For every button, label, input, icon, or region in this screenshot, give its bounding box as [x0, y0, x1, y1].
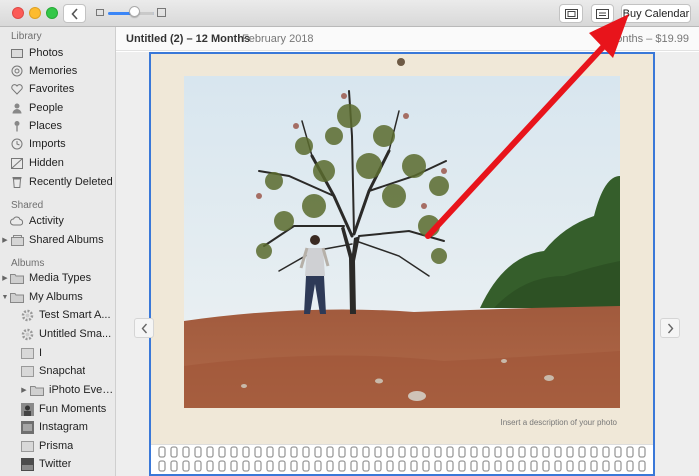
- disclosure-triangle-icon[interactable]: ▶: [0, 274, 10, 282]
- sidebar-header-library: Library: [11, 31, 42, 42]
- next-page-button[interactable]: [660, 318, 680, 338]
- chevron-left-icon: [70, 7, 78, 20]
- shared-album-icon: [10, 233, 24, 247]
- sidebar-item-people[interactable]: People: [0, 99, 115, 117]
- chevron-right-icon: [667, 323, 673, 333]
- sidebar-item-iphoto-events[interactable]: ▶ iPhoto Events: [0, 381, 115, 399]
- sidebar-item-memories[interactable]: Memories: [0, 62, 115, 80]
- zoom-window-button[interactable]: [46, 7, 58, 19]
- options-button[interactable]: [591, 4, 614, 23]
- sidebar-item-twitter[interactable]: Twitter: [0, 455, 115, 473]
- gear-icon: [20, 327, 34, 341]
- sidebar-item-recently-deleted[interactable]: Recently Deleted: [0, 173, 115, 191]
- sidebar-header-shared: Shared: [11, 200, 44, 211]
- sidebar-item-prisma[interactable]: Prisma: [0, 437, 115, 455]
- sidebar-item-places[interactable]: Places: [0, 117, 115, 135]
- sidebar-item-photos[interactable]: Photos: [0, 44, 115, 62]
- sidebar-item-fun-moments[interactable]: Fun Moments: [0, 400, 115, 418]
- person-icon: [10, 101, 24, 115]
- album-icon: [20, 364, 34, 378]
- minimize-window-button[interactable]: [29, 7, 41, 19]
- previous-page-button[interactable]: [134, 318, 154, 338]
- disclosure-triangle-open-icon[interactable]: ▼: [0, 294, 10, 301]
- heart-icon: [10, 82, 24, 96]
- sidebar-item-shared-albums[interactable]: ▶ Shared Albums: [0, 231, 115, 249]
- window-titlebar: Buy Calendar: [0, 0, 699, 27]
- disclosure-triangle-icon[interactable]: ▶: [0, 236, 10, 244]
- disclosure-triangle-icon[interactable]: ▶: [20, 383, 28, 397]
- folder-icon: [10, 271, 24, 285]
- album-thumb-icon: [20, 457, 34, 471]
- sidebar-item-album-i[interactable]: I: [0, 344, 115, 362]
- buy-calendar-button[interactable]: Buy Calendar: [621, 4, 691, 23]
- project-title: Untitled (2) – 12 Months: [126, 33, 251, 45]
- sidebar-item-untitled-smart-album[interactable]: Untitled Sma...: [0, 325, 115, 343]
- back-button[interactable]: [63, 4, 86, 23]
- folder-icon: [30, 383, 44, 397]
- hidden-icon: [10, 156, 24, 170]
- layout-icon: [564, 8, 578, 19]
- tree-photo-image: [184, 76, 620, 408]
- album-thumb-icon: [20, 402, 34, 416]
- binding-rings-graphic: [158, 446, 646, 472]
- pin-icon: [10, 119, 24, 133]
- photos-icon: [10, 46, 24, 60]
- zoom-slider-knob[interactable]: [129, 6, 140, 17]
- zoom-out-icon[interactable]: [96, 9, 104, 16]
- calendar-page[interactable]: Insert a description of your photo: [149, 52, 655, 476]
- album-icon: [20, 439, 34, 453]
- cloud-icon: [10, 214, 24, 228]
- main-content: Untitled (2) – 12 Months February 2018 o…: [116, 27, 699, 476]
- sidebar-item-my-albums[interactable]: ▼ My Albums: [0, 288, 115, 306]
- sidebar-item-test-smart-album[interactable]: Test Smart A...: [0, 306, 115, 324]
- current-month-label: February 2018: [242, 33, 314, 45]
- photo-caption-placeholder[interactable]: Insert a description of your photo: [500, 418, 617, 427]
- options-icon: [596, 8, 609, 19]
- layout-button[interactable]: [559, 4, 583, 23]
- folder-icon: [10, 290, 24, 304]
- gear-icon: [20, 308, 34, 322]
- chevron-left-icon: [141, 323, 147, 333]
- close-window-button[interactable]: [12, 7, 24, 19]
- calendar-canvas: Insert a description of your photo: [116, 52, 699, 476]
- album-thumb-icon: [20, 420, 34, 434]
- sidebar-item-snapchat[interactable]: Snapchat: [0, 362, 115, 380]
- sidebar-item-activity[interactable]: Activity: [0, 212, 115, 230]
- memories-icon: [10, 64, 24, 78]
- sidebar: Library Photos Memories Favorites People…: [0, 27, 116, 476]
- clock-icon: [10, 137, 24, 151]
- calendar-photo[interactable]: [184, 76, 620, 408]
- price-label: onths – $19.99: [616, 33, 689, 45]
- sidebar-item-imports[interactable]: Imports: [0, 135, 115, 153]
- calendar-binding-rings: [151, 444, 653, 474]
- sidebar-header-albums: Albums: [11, 258, 45, 269]
- project-header: Untitled (2) – 12 Months February 2018 o…: [116, 27, 699, 51]
- hanging-hole: [397, 58, 405, 66]
- trash-icon: [10, 175, 24, 189]
- sidebar-item-favorites[interactable]: Favorites: [0, 80, 115, 98]
- album-icon: [20, 346, 34, 360]
- zoom-in-icon[interactable]: [157, 8, 166, 17]
- sidebar-item-hidden[interactable]: Hidden: [0, 154, 115, 172]
- sidebar-item-media-types[interactable]: ▶ Media Types: [0, 269, 115, 287]
- sidebar-item-instagram[interactable]: Instagram: [0, 418, 115, 436]
